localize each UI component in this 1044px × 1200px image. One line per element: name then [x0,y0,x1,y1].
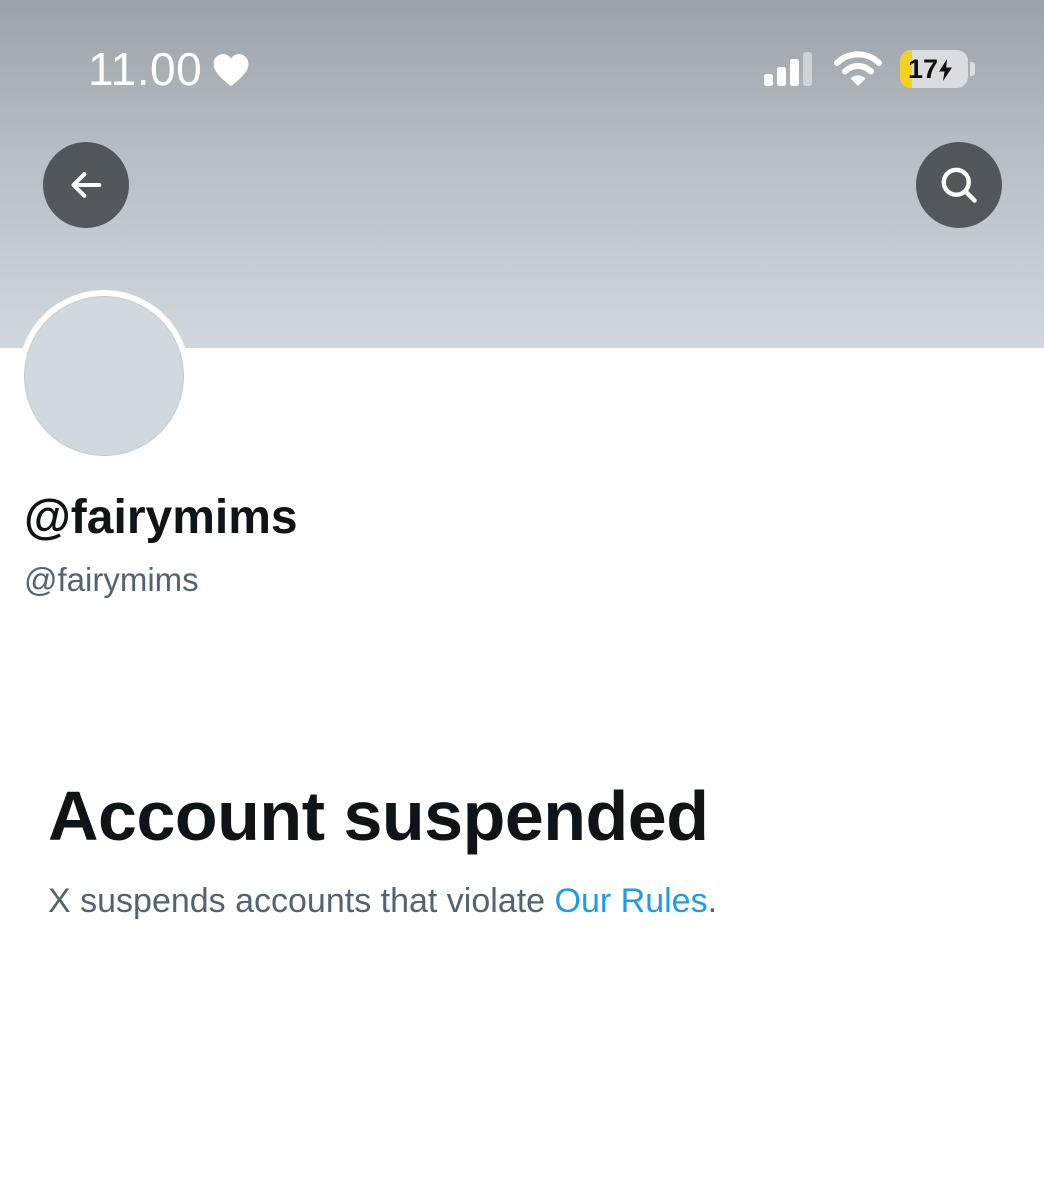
battery-icon: 17 [900,50,968,88]
profile-display-name: @fairymims [24,491,298,544]
battery-tip [970,62,975,76]
arrow-left-icon [71,172,102,198]
status-bar: 11.00 17 [0,0,1044,140]
suspended-message: X suspends accounts that violate Our Rul… [48,880,717,922]
battery-level: 17 [907,54,939,84]
heart-icon [213,54,249,87]
suspended-message-period: . [707,882,718,920]
profile-handle: @fairymims [24,561,199,598]
status-time: 11.00 [88,43,203,95]
wifi-icon [834,51,882,86]
search-button[interactable] [916,142,1002,228]
our-rules-link[interactable]: Our Rules [555,882,708,920]
avatar[interactable] [24,296,184,456]
charging-bolt-icon [939,59,953,81]
back-button[interactable] [43,142,129,228]
signal-icon [764,52,812,86]
suspended-message-text: X suspends accounts that violate [48,882,555,920]
search-icon [941,167,977,203]
suspended-title: Account suspended [48,777,709,855]
